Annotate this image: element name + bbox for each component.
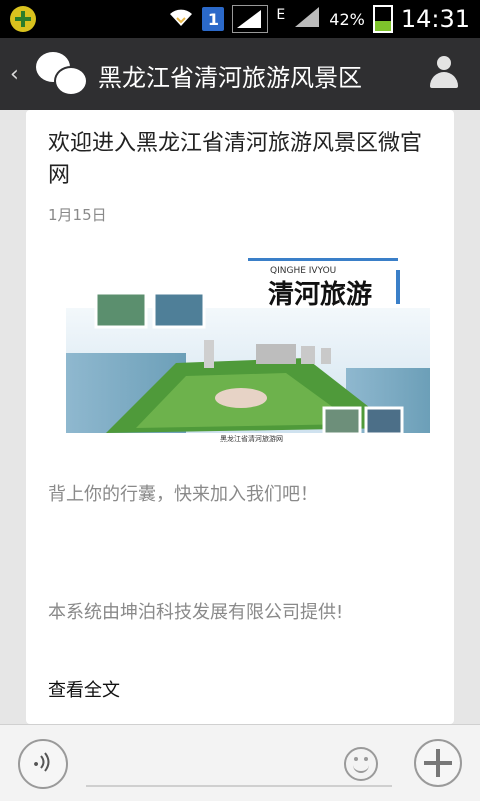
wechat-logo-icon xyxy=(36,52,88,96)
article-description: 背上你的行囊，快来加入我们吧！ xyxy=(48,484,318,505)
emoji-button[interactable] xyxy=(344,747,378,781)
signal-strength-icon xyxy=(293,5,321,34)
app-notification-icon xyxy=(10,6,36,32)
status-bar: 1 E 42% 14:31 xyxy=(0,0,480,38)
more-actions-button[interactable] xyxy=(414,739,462,787)
wifi-icon xyxy=(168,6,194,33)
article-card[interactable]: 欢迎进入黑龙江省清河旅游风景区微官网 1月15日 QINGHE IVYOU 清河… xyxy=(26,110,454,724)
profile-icon[interactable] xyxy=(428,56,460,90)
battery-icon xyxy=(372,5,393,33)
back-button[interactable]: ‹ xyxy=(10,62,19,87)
header-bar: ‹ 黑龙江省清河旅游风景区 xyxy=(0,38,480,110)
signal-icon xyxy=(232,5,269,33)
article-title: 欢迎进入黑龙江省清河旅游风景区微官网 xyxy=(48,131,423,188)
sim-indicator: 1 xyxy=(202,7,225,31)
article-date: 1月15日 xyxy=(48,206,107,224)
article-cover-image[interactable]: QINGHE IVYOU 清河旅游 黑龙江省清河旅游网 xyxy=(66,248,430,448)
voice-icon xyxy=(32,751,54,778)
voice-input-button[interactable] xyxy=(18,739,68,789)
cover-caption: 黑龙江省清河旅游网 xyxy=(220,435,283,443)
clock: 14:31 xyxy=(400,5,470,33)
read-more-link[interactable]: 查看全文 xyxy=(48,676,120,702)
message-input-field[interactable] xyxy=(86,785,392,787)
cover-illustration xyxy=(66,248,430,448)
network-type: E xyxy=(276,7,286,23)
battery-percent: 42% xyxy=(329,9,365,29)
cover-headline: 清河旅游 xyxy=(268,280,373,310)
message-input-bar xyxy=(0,724,480,801)
page-title: 黑龙江省清河旅游风景区 xyxy=(98,64,362,92)
status-icons: 1 E 42% 14:31 xyxy=(168,0,470,38)
article-provider: 本系统由坤泊科技发展有限公司提供! xyxy=(48,602,344,623)
